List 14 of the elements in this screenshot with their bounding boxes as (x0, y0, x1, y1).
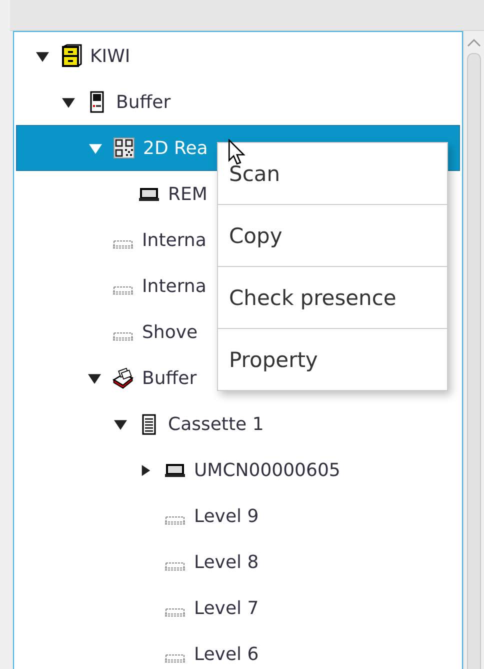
tree-item-label: Buffer (116, 92, 171, 112)
tree-item-label: Level 8 (194, 552, 259, 572)
tree-item-label: KIWI (90, 46, 130, 66)
tree-item-label: Interna (142, 276, 206, 296)
tree-item-label: Buffer (142, 368, 197, 388)
tree-item-label: Level 9 (194, 506, 259, 526)
tree-item-label: 2D Rea (143, 138, 208, 158)
tree-item-label: UMCN00000605 (194, 460, 340, 480)
tree-item-label: Cassette 1 (168, 414, 264, 434)
tree-item-label: REM (168, 184, 208, 204)
tree-item-label: Interna (142, 230, 206, 250)
tree-item-label: Level 6 (194, 644, 259, 664)
tree-item-label: Level 7 (194, 598, 259, 618)
tree-item-label: Shove (142, 322, 198, 342)
